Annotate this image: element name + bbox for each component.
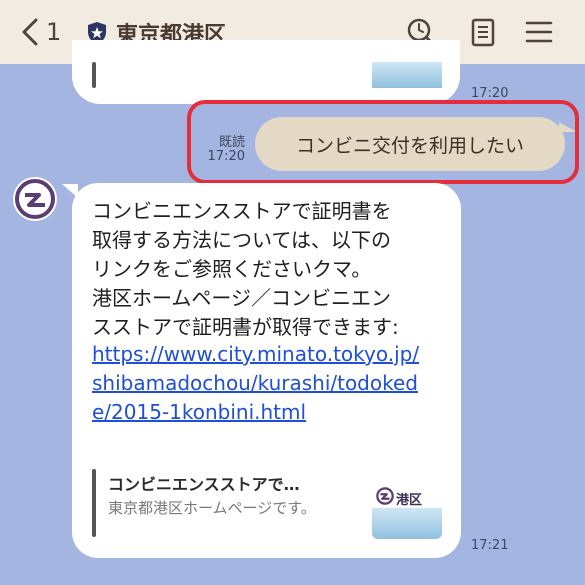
reply-text: コンビニエンスストアで証明書を 取得する方法については、以下の リンクをご参照く… (92, 199, 399, 339)
incoming-message-bubble[interactable]: コンビニエンスストアで証明書を 取得する方法については、以下の リンクをご参照く… (72, 183, 461, 558)
back-chevron-icon (22, 18, 38, 46)
highlight-box (187, 100, 579, 184)
bot-avatar[interactable] (13, 177, 57, 221)
link-preview-bar (92, 469, 96, 537)
menu-icon[interactable] (523, 16, 555, 48)
link-preview-card[interactable]: コンビニエンスストアで… 東京都港区ホームページです。 港区 (92, 469, 447, 539)
incoming-message-time: 17:21 (471, 538, 509, 553)
reply-link[interactable]: https://www.city.minato.tokyo.jp/shibama… (92, 340, 422, 427)
link-preview-thumb-label: 港区 (396, 493, 423, 508)
back-button[interactable]: 1 (20, 18, 61, 46)
unread-count: 1 (46, 18, 62, 46)
minato-ward-logo-icon (15, 179, 55, 219)
previous-message-bubble[interactable] (72, 40, 460, 104)
notes-icon[interactable] (467, 16, 499, 48)
link-preview-title: コンビニエンスストアで… (108, 475, 300, 494)
link-preview-bar (92, 62, 96, 88)
link-preview-thumbnail (372, 62, 442, 88)
minato-ward-logo-icon (376, 487, 394, 505)
previous-message-time: 17:20 (471, 86, 509, 101)
link-preview-subtitle: 東京都港区ホームページです。 (108, 499, 316, 517)
link-preview-thumbnail: 港区 (372, 469, 442, 539)
